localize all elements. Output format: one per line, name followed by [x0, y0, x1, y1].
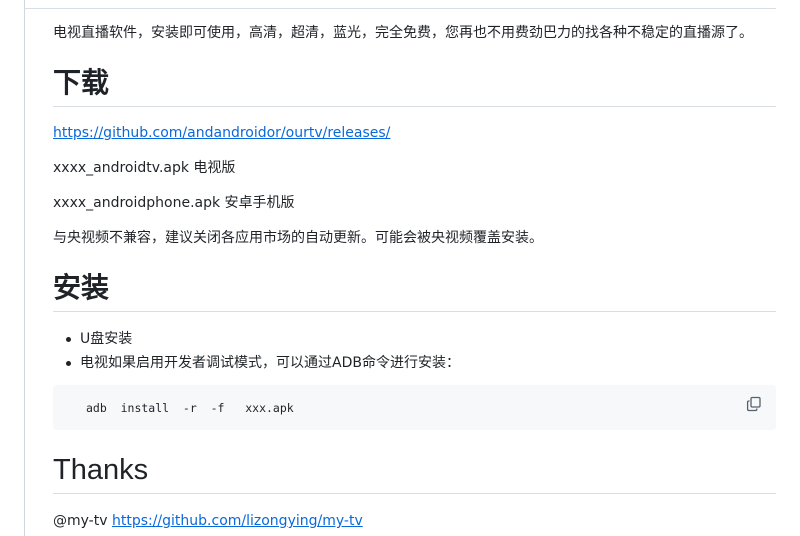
- install-list: U盘安装 电视如果启用开发者调试模式，可以通过ADB命令进行安装：: [53, 327, 460, 375]
- content-left-border: [24, 0, 25, 536]
- thanks-heading-rule: [53, 493, 776, 494]
- list-item: 电视如果启用开发者调试模式，可以通过ADB命令进行安装：: [53, 351, 460, 375]
- thanks-paragraph: @my-tv https://github.com/lizongying/my-…: [53, 511, 363, 531]
- top-divider: [24, 8, 776, 9]
- copy-icon: [746, 396, 761, 412]
- tv-apk-paragraph: xxxx_androidtv.apk 电视版: [53, 160, 236, 176]
- thanks-heading: Thanks: [53, 454, 149, 486]
- list-item: U盘安装: [53, 327, 460, 351]
- my-tv-link[interactable]: https://github.com/lizongying/my-tv: [112, 513, 363, 529]
- adb-command: adb install -r -f xxx.apk: [86, 401, 294, 415]
- intro-paragraph: 电视直播软件，安装即可使用，高清，超清，蓝光，完全免费，您再也不用费劲巴力的找各…: [53, 25, 753, 41]
- thanks-prefix: @my-tv: [53, 513, 108, 529]
- download-heading-rule: [53, 106, 776, 107]
- download-heading: 下载: [53, 66, 110, 99]
- install-heading: 安装: [53, 271, 110, 304]
- phone-apk-paragraph: xxxx_androidphone.apk 安卓手机版: [53, 195, 295, 211]
- release-link-paragraph: https://github.com/andandroidor/ourtv/re…: [53, 123, 390, 143]
- install-heading-rule: [53, 311, 776, 312]
- compat-note-paragraph: 与央视频不兼容，建议关闭各应用市场的自动更新。可能会被央视频覆盖安装。: [53, 230, 543, 246]
- release-link[interactable]: https://github.com/andandroidor/ourtv/re…: [53, 125, 390, 141]
- copy-button[interactable]: [746, 396, 764, 414]
- code-block: adb install -r -f xxx.apk: [53, 385, 776, 430]
